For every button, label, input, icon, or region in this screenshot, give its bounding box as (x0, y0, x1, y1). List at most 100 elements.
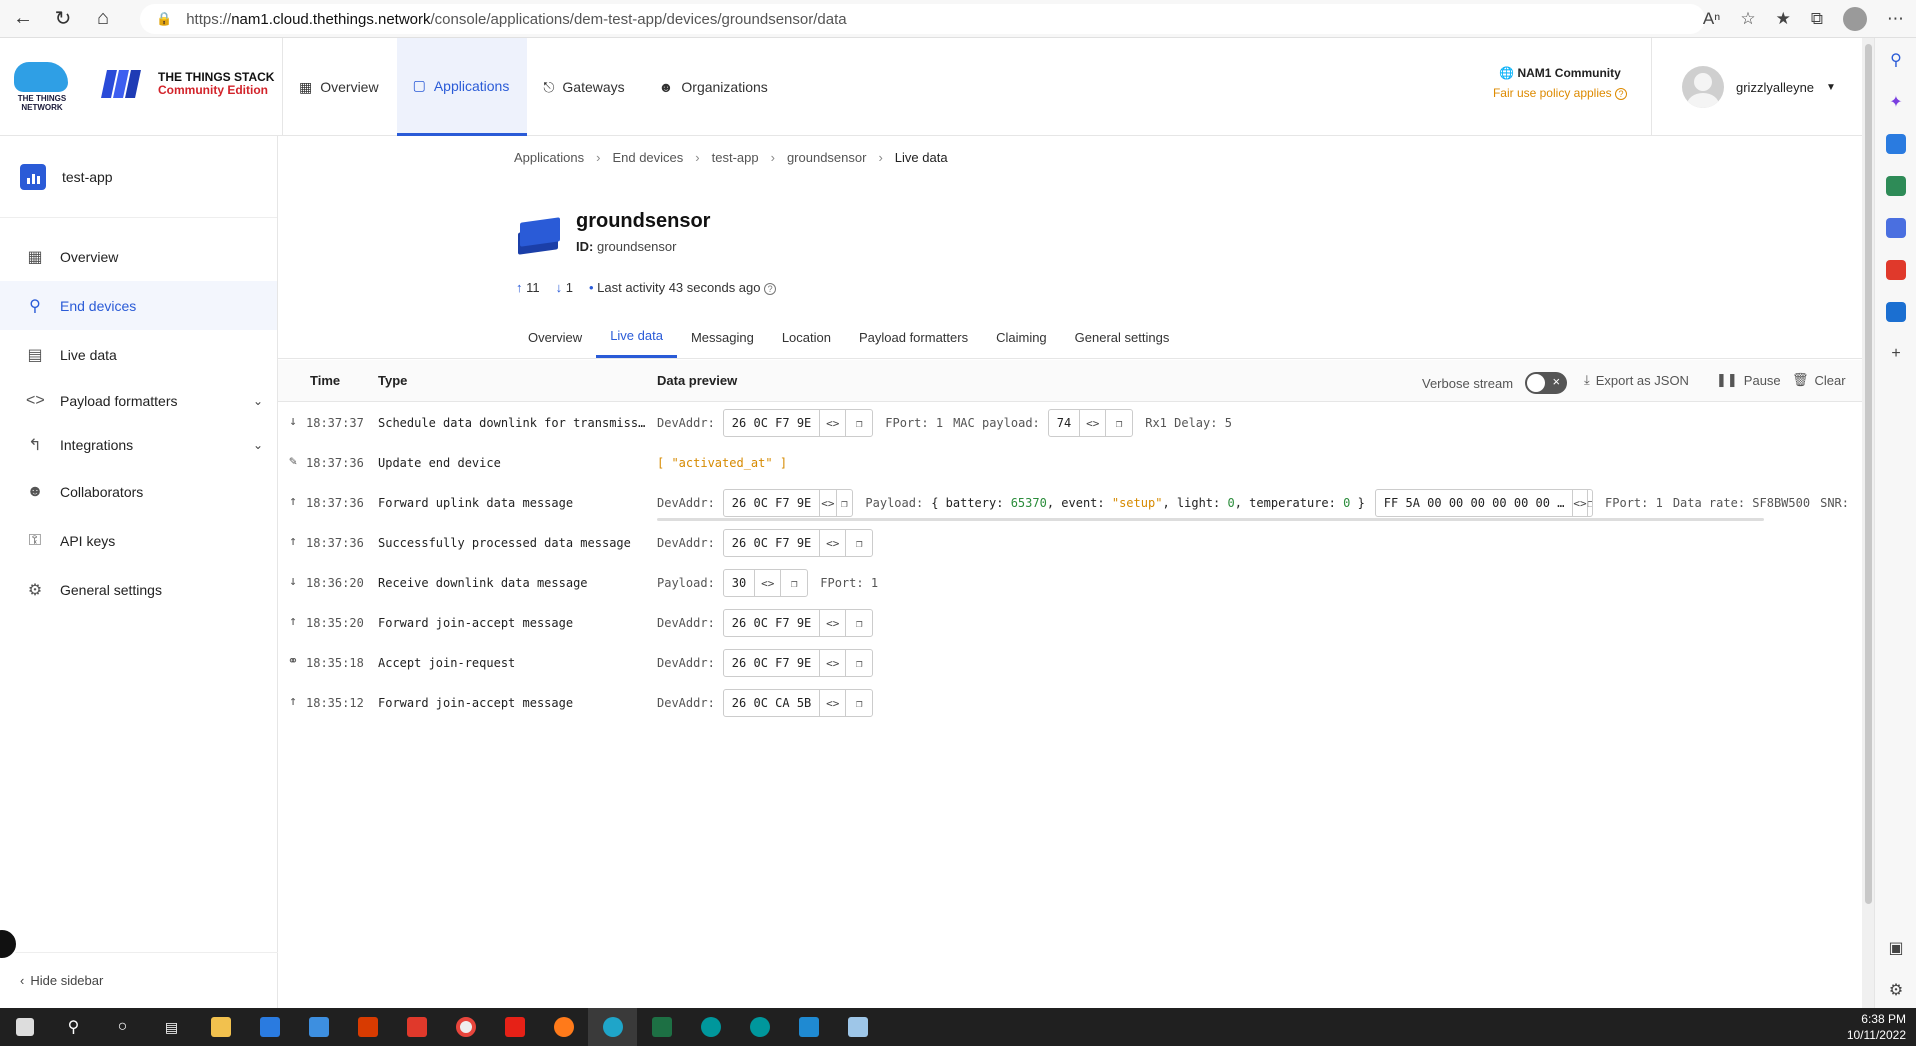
cortana-icon[interactable]: ○ (98, 1008, 147, 1046)
code-toggle-icon[interactable]: <> (1080, 410, 1107, 436)
clear-button[interactable]: 🗑 Clear (1792, 372, 1846, 388)
mail-icon[interactable] (294, 1008, 343, 1046)
sidebar-item-live-data[interactable]: ▤ Live data (0, 330, 277, 379)
arduino-icon[interactable] (686, 1008, 735, 1046)
search-icon[interactable]: ⚲ (49, 1008, 98, 1046)
table-row[interactable]: ↑ 18:37:36 Forward uplink data message D… (278, 482, 1862, 522)
row-scrollbar[interactable] (657, 518, 1764, 521)
tab-claiming[interactable]: Claiming (982, 316, 1061, 358)
home-icon[interactable]: ⌂ (86, 4, 120, 34)
toolbox-icon[interactable] (1886, 176, 1906, 196)
code-toggle-icon[interactable]: <> (820, 650, 847, 676)
code-toggle-icon[interactable]: <> (820, 530, 847, 556)
table-row[interactable]: ↑ 18:37:36 Successfully processed data m… (278, 522, 1862, 562)
tab-live-data[interactable]: Live data (596, 316, 677, 358)
sidebar-item-overview[interactable]: ▦ Overview (0, 232, 277, 281)
office-icon[interactable] (1886, 260, 1906, 280)
fair-use-link[interactable]: Fair use policy applies ? (1470, 86, 1650, 100)
breadcrumb-device[interactable]: groundsensor (787, 150, 867, 165)
more-icon[interactable]: ⋯ (1887, 9, 1904, 29)
copy-icon[interactable]: ❐ (837, 490, 853, 516)
code-toggle-icon[interactable]: <> (820, 690, 847, 716)
office-icon-2[interactable] (392, 1008, 441, 1046)
split-screen-icon[interactable]: ▣ (1886, 938, 1906, 958)
arduino-icon-2[interactable] (735, 1008, 784, 1046)
copy-icon[interactable]: ❐ (846, 410, 872, 436)
table-row[interactable]: ⚭ 18:35:18 Accept join-request DevAddr: … (278, 642, 1862, 682)
code-toggle-icon[interactable]: <> (755, 570, 782, 596)
copy-icon[interactable]: ❐ (846, 690, 872, 716)
back-icon[interactable]: ← (6, 4, 40, 34)
store-icon[interactable] (245, 1008, 294, 1046)
table-row[interactable]: ↓ 18:37:37 Schedule data downlink for tr… (278, 402, 1862, 442)
outlook-icon[interactable] (1886, 302, 1906, 322)
nav-organizations[interactable]: ☻ Organizations (643, 38, 786, 136)
page-scrollbar[interactable] (1862, 38, 1874, 1008)
office-icon[interactable] (343, 1008, 392, 1046)
copy-icon[interactable]: ❐ (846, 530, 872, 556)
vscode-icon[interactable] (784, 1008, 833, 1046)
read-aloud-icon[interactable]: Aⁿ (1703, 9, 1721, 29)
copy-icon[interactable]: ❐ (846, 650, 872, 676)
pause-button[interactable]: ❚❚ Pause (1716, 372, 1781, 388)
verbose-stream-toggle[interactable]: × (1525, 372, 1568, 394)
favorite-add-icon[interactable]: ☆ (1740, 9, 1755, 29)
tab-payload-formatters[interactable]: Payload formatters (845, 316, 982, 358)
copy-icon[interactable]: ❐ (846, 610, 872, 636)
settings-icon[interactable]: ⚙ (1886, 980, 1906, 1000)
code-toggle-icon[interactable]: <> (1573, 490, 1588, 516)
breadcrumb-end-devices[interactable]: End devices (612, 150, 683, 165)
copy-icon[interactable]: ❐ (781, 570, 807, 596)
breadcrumb-applications[interactable]: Applications (514, 150, 584, 165)
tab-messaging[interactable]: Messaging (677, 316, 768, 358)
code-toggle-icon[interactable]: <> (820, 410, 847, 436)
nav-applications[interactable]: ▢ Applications (396, 38, 528, 136)
nav-overview[interactable]: ▦ Overview (283, 38, 397, 136)
collections-icon[interactable]: ⧉ (1811, 9, 1823, 29)
tab-location[interactable]: Location (768, 316, 845, 358)
hide-sidebar-button[interactable]: ‹ Hide sidebar (0, 952, 278, 1008)
table-row[interactable]: ↑ 18:35:12 Forward join-accept message D… (278, 682, 1862, 722)
sidebar-item-end-devices[interactable]: ⚲ End devices (0, 281, 277, 330)
copy-icon[interactable]: ❐ (1588, 490, 1592, 516)
add-icon[interactable]: + (1886, 344, 1906, 364)
browser-profile-avatar[interactable] (1843, 7, 1867, 31)
code-toggle-icon[interactable]: <> (820, 610, 847, 636)
chrome-icon[interactable] (441, 1008, 490, 1046)
table-row[interactable]: ↑ 18:35:20 Forward join-accept message D… (278, 602, 1862, 642)
sidebar-item-general-settings[interactable]: ⚙ General settings (0, 565, 277, 614)
ttn-logo[interactable]: THE THINGS NETWORK (14, 62, 70, 112)
breadcrumb-app[interactable]: test-app (712, 150, 759, 165)
nav-gateways[interactable]: ⎋ Gateways (527, 38, 642, 136)
notes-icon[interactable] (833, 1008, 882, 1046)
scrollbar-thumb[interactable] (1865, 44, 1872, 904)
favorites-icon[interactable]: ★ (1776, 9, 1791, 29)
stack-logo[interactable]: THE THINGS STACK Community Edition (101, 70, 274, 98)
windows-start-icon[interactable] (0, 1008, 49, 1046)
excel-icon[interactable] (637, 1008, 686, 1046)
sidebar-item-collaborators[interactable]: ☻ Collaborators (0, 467, 277, 516)
export-json-button[interactable]: ⤓ Export as JSON (1584, 372, 1689, 388)
system-clock[interactable]: 6:38 PM 10/11/2022 (1847, 1011, 1906, 1043)
copy-icon[interactable]: ❐ (1106, 410, 1132, 436)
sidebar-item-api-keys[interactable]: ⚿ API keys (0, 516, 277, 565)
tag-icon[interactable] (1886, 134, 1906, 154)
address-bar[interactable]: 🔒 https://nam1.cloud.thethings.network/c… (140, 4, 1705, 34)
sparkle-icon[interactable]: ✦ (1886, 92, 1906, 112)
help-icon[interactable]: ? (764, 282, 777, 295)
user-menu[interactable]: grizzlyalleyne ▼ (1651, 38, 1862, 136)
table-row[interactable]: ✎ 18:37:36 Update end device [ "activate… (278, 442, 1862, 482)
code-toggle-icon[interactable]: <> (820, 490, 837, 516)
tab-overview[interactable]: Overview (514, 316, 596, 358)
table-row[interactable]: ↓ 18:36:20 Receive downlink data message… (278, 562, 1862, 602)
youtube-icon[interactable] (490, 1008, 539, 1046)
app-header-item[interactable]: test-app (0, 136, 277, 218)
refresh-icon[interactable]: ↻ (46, 4, 80, 34)
sidebar-item-payload-formatters[interactable]: <> Payload formatters ⌄ (0, 379, 277, 423)
firefox-icon[interactable] (539, 1008, 588, 1046)
search-icon[interactable]: ⚲ (1886, 50, 1906, 70)
task-view-icon[interactable]: ▤ (147, 1008, 196, 1046)
sidebar-item-integrations[interactable]: ↰ Integrations ⌄ (0, 423, 277, 467)
people-icon[interactable] (1886, 218, 1906, 238)
tab-general-settings[interactable]: General settings (1061, 316, 1184, 358)
